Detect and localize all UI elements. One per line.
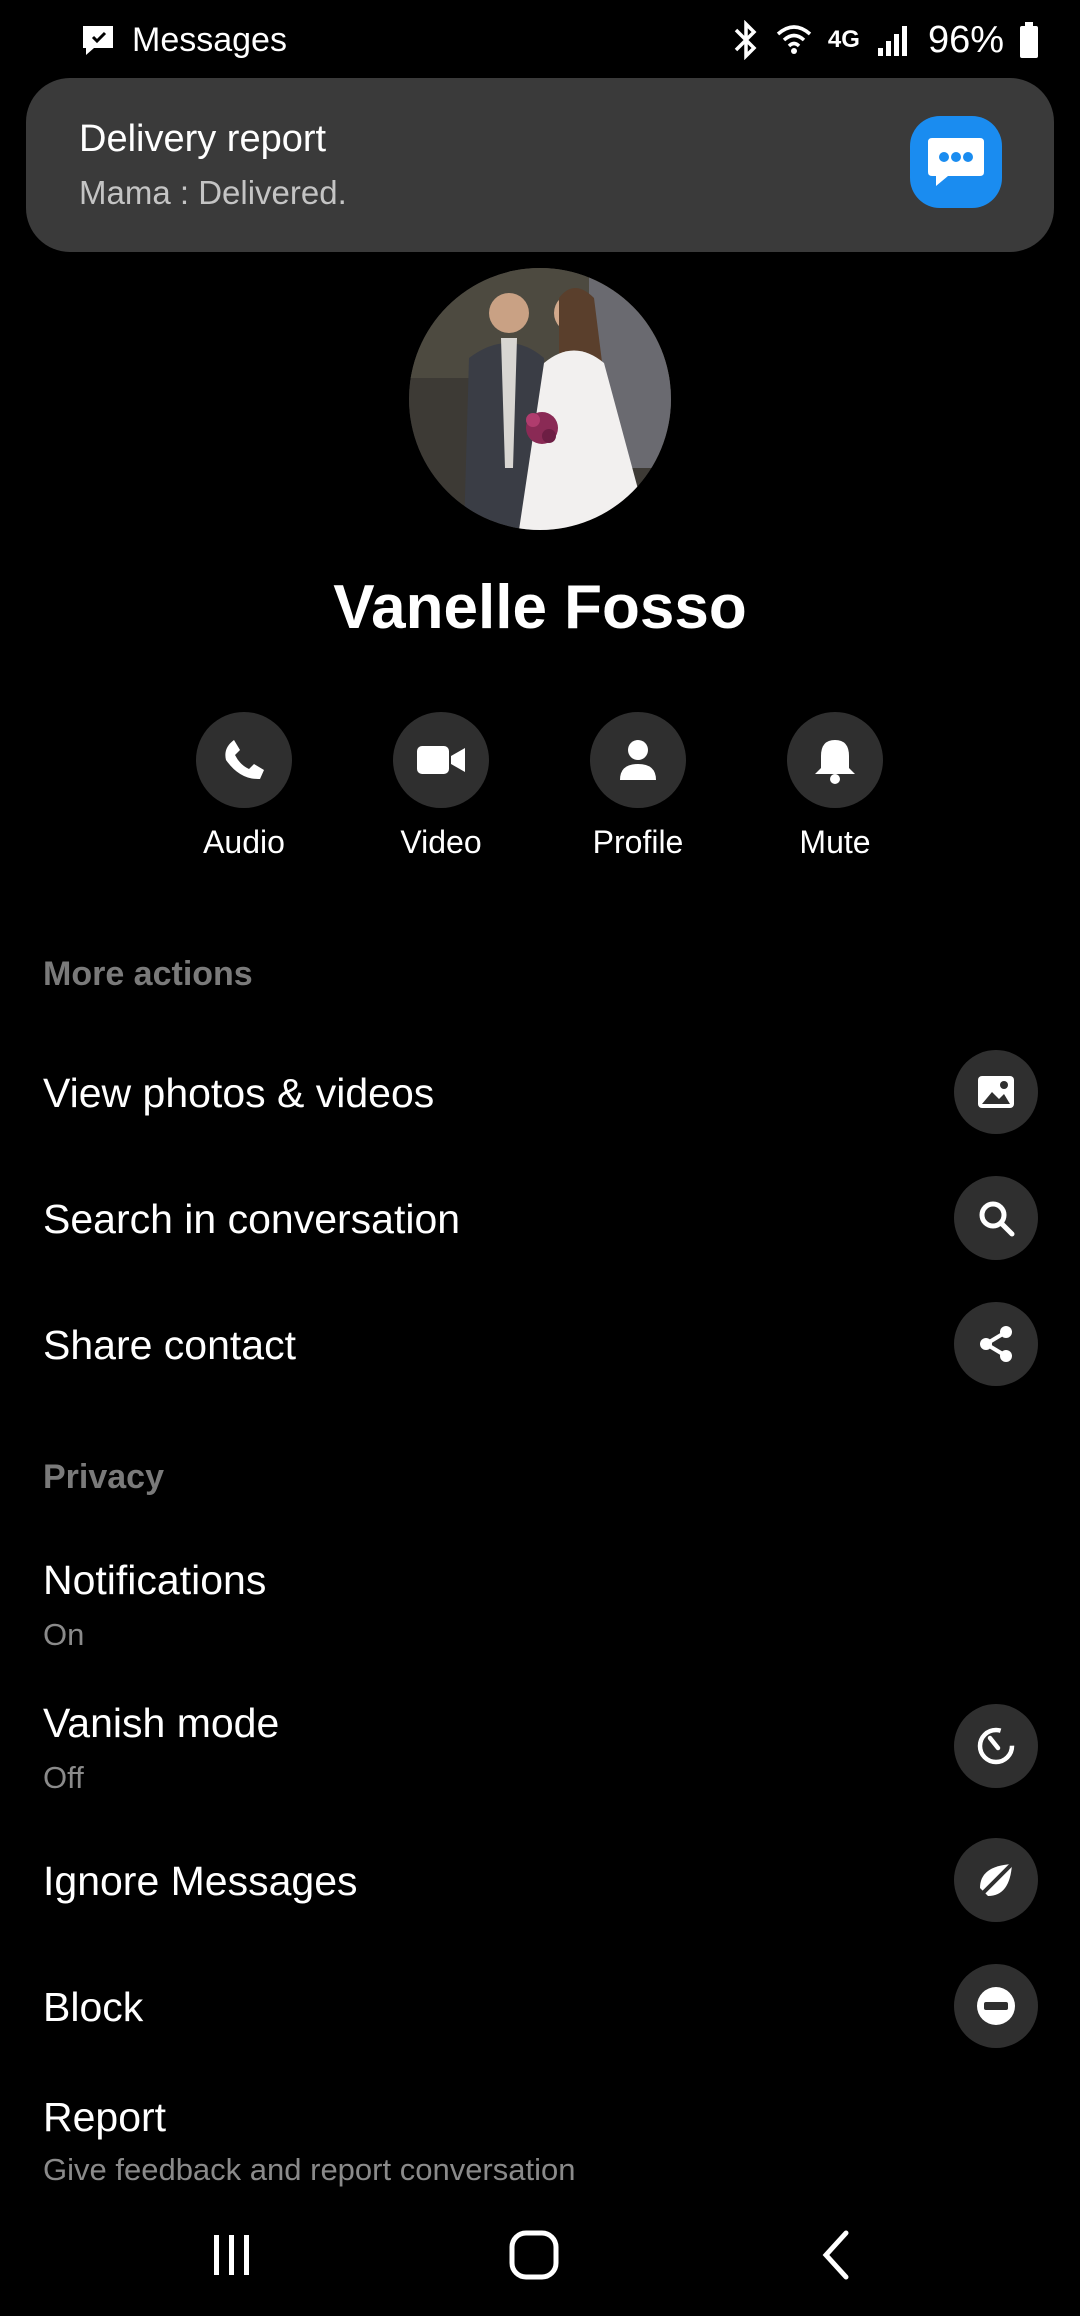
wifi-icon	[776, 25, 812, 54]
mute-label: Mute	[799, 824, 871, 860]
row-title: Report	[43, 2094, 167, 2140]
row-subtitle: Give feedback and report conversation	[43, 2152, 576, 2187]
home-icon[interactable]	[474, 2220, 594, 2290]
view-photos-videos-row[interactable]: View photos & videos	[0, 1050, 1080, 1140]
search-icon[interactable]	[954, 1176, 1038, 1260]
row-subtitle: On	[43, 1617, 85, 1652]
signal-icon	[877, 26, 907, 56]
status-app-name: Messages	[132, 21, 287, 59]
status-indicators: 4G 96%	[732, 16, 1040, 64]
notification-title: Delivery report	[79, 118, 327, 160]
privacy-header: Privacy	[43, 1458, 164, 1496]
row-title: View photos & videos	[43, 1070, 435, 1116]
block-row[interactable]: Block	[0, 1964, 1080, 2054]
mute-action[interactable]: Mute	[745, 712, 925, 861]
row-title: Vanish mode	[43, 1700, 280, 1746]
delivery-report-notification[interactable]: Delivery report Mama : Delivered.	[26, 78, 1054, 252]
video-call-action[interactable]: Video	[351, 712, 531, 861]
row-title: Notifications	[43, 1557, 267, 1603]
share-icon[interactable]	[954, 1302, 1038, 1386]
bluetooth-icon	[734, 20, 757, 60]
row-title: Ignore Messages	[43, 1858, 358, 1904]
row-title: Search in conversation	[43, 1196, 461, 1242]
notification-body: Mama : Delivered.	[79, 174, 347, 211]
more-actions-header: More actions	[43, 955, 253, 993]
messages-status-icon	[83, 26, 113, 55]
contact-avatar[interactable]	[409, 268, 671, 530]
image-icon[interactable]	[954, 1050, 1038, 1134]
battery-percentage: 96%	[927, 18, 1004, 61]
search-in-conversation-row[interactable]: Search in conversation	[0, 1176, 1080, 1266]
report-row[interactable]: Report Give feedback and report conversa…	[0, 2092, 1080, 2192]
phone-icon	[196, 712, 292, 808]
video-label: Video	[400, 824, 482, 860]
block-icon[interactable]	[954, 1964, 1038, 2048]
profile-label: Profile	[592, 824, 684, 860]
row-title: Block	[43, 1984, 144, 2030]
navigation-bar	[0, 2200, 1080, 2316]
vanish-mode-row[interactable]: Vanish mode Off	[0, 1700, 1080, 1800]
person-icon	[590, 712, 686, 808]
vanish-mode-icon[interactable]	[954, 1704, 1038, 1788]
ignore-messages-row[interactable]: Ignore Messages	[0, 1838, 1080, 1928]
network-type: 4G	[827, 26, 860, 53]
profile-action[interactable]: Profile	[548, 712, 728, 861]
audio-call-action[interactable]: Audio	[154, 712, 334, 861]
notifications-row[interactable]: Notifications On	[0, 1555, 1080, 1655]
bell-icon	[787, 712, 883, 808]
contact-name: Vanelle Fosso	[333, 573, 747, 642]
ignore-icon[interactable]	[954, 1838, 1038, 1922]
battery-icon	[1020, 22, 1038, 58]
row-title: Share contact	[43, 1322, 296, 1368]
back-icon[interactable]	[776, 2220, 896, 2290]
row-subtitle: Off	[43, 1760, 84, 1795]
audio-label: Audio	[203, 824, 285, 860]
recent-apps-icon[interactable]	[172, 2220, 292, 2290]
share-contact-row[interactable]: Share contact	[0, 1302, 1080, 1392]
chat-bubble-icon	[910, 116, 1002, 208]
video-camera-icon	[393, 712, 489, 808]
status-bar: Messages 4G 96%	[0, 0, 1080, 80]
